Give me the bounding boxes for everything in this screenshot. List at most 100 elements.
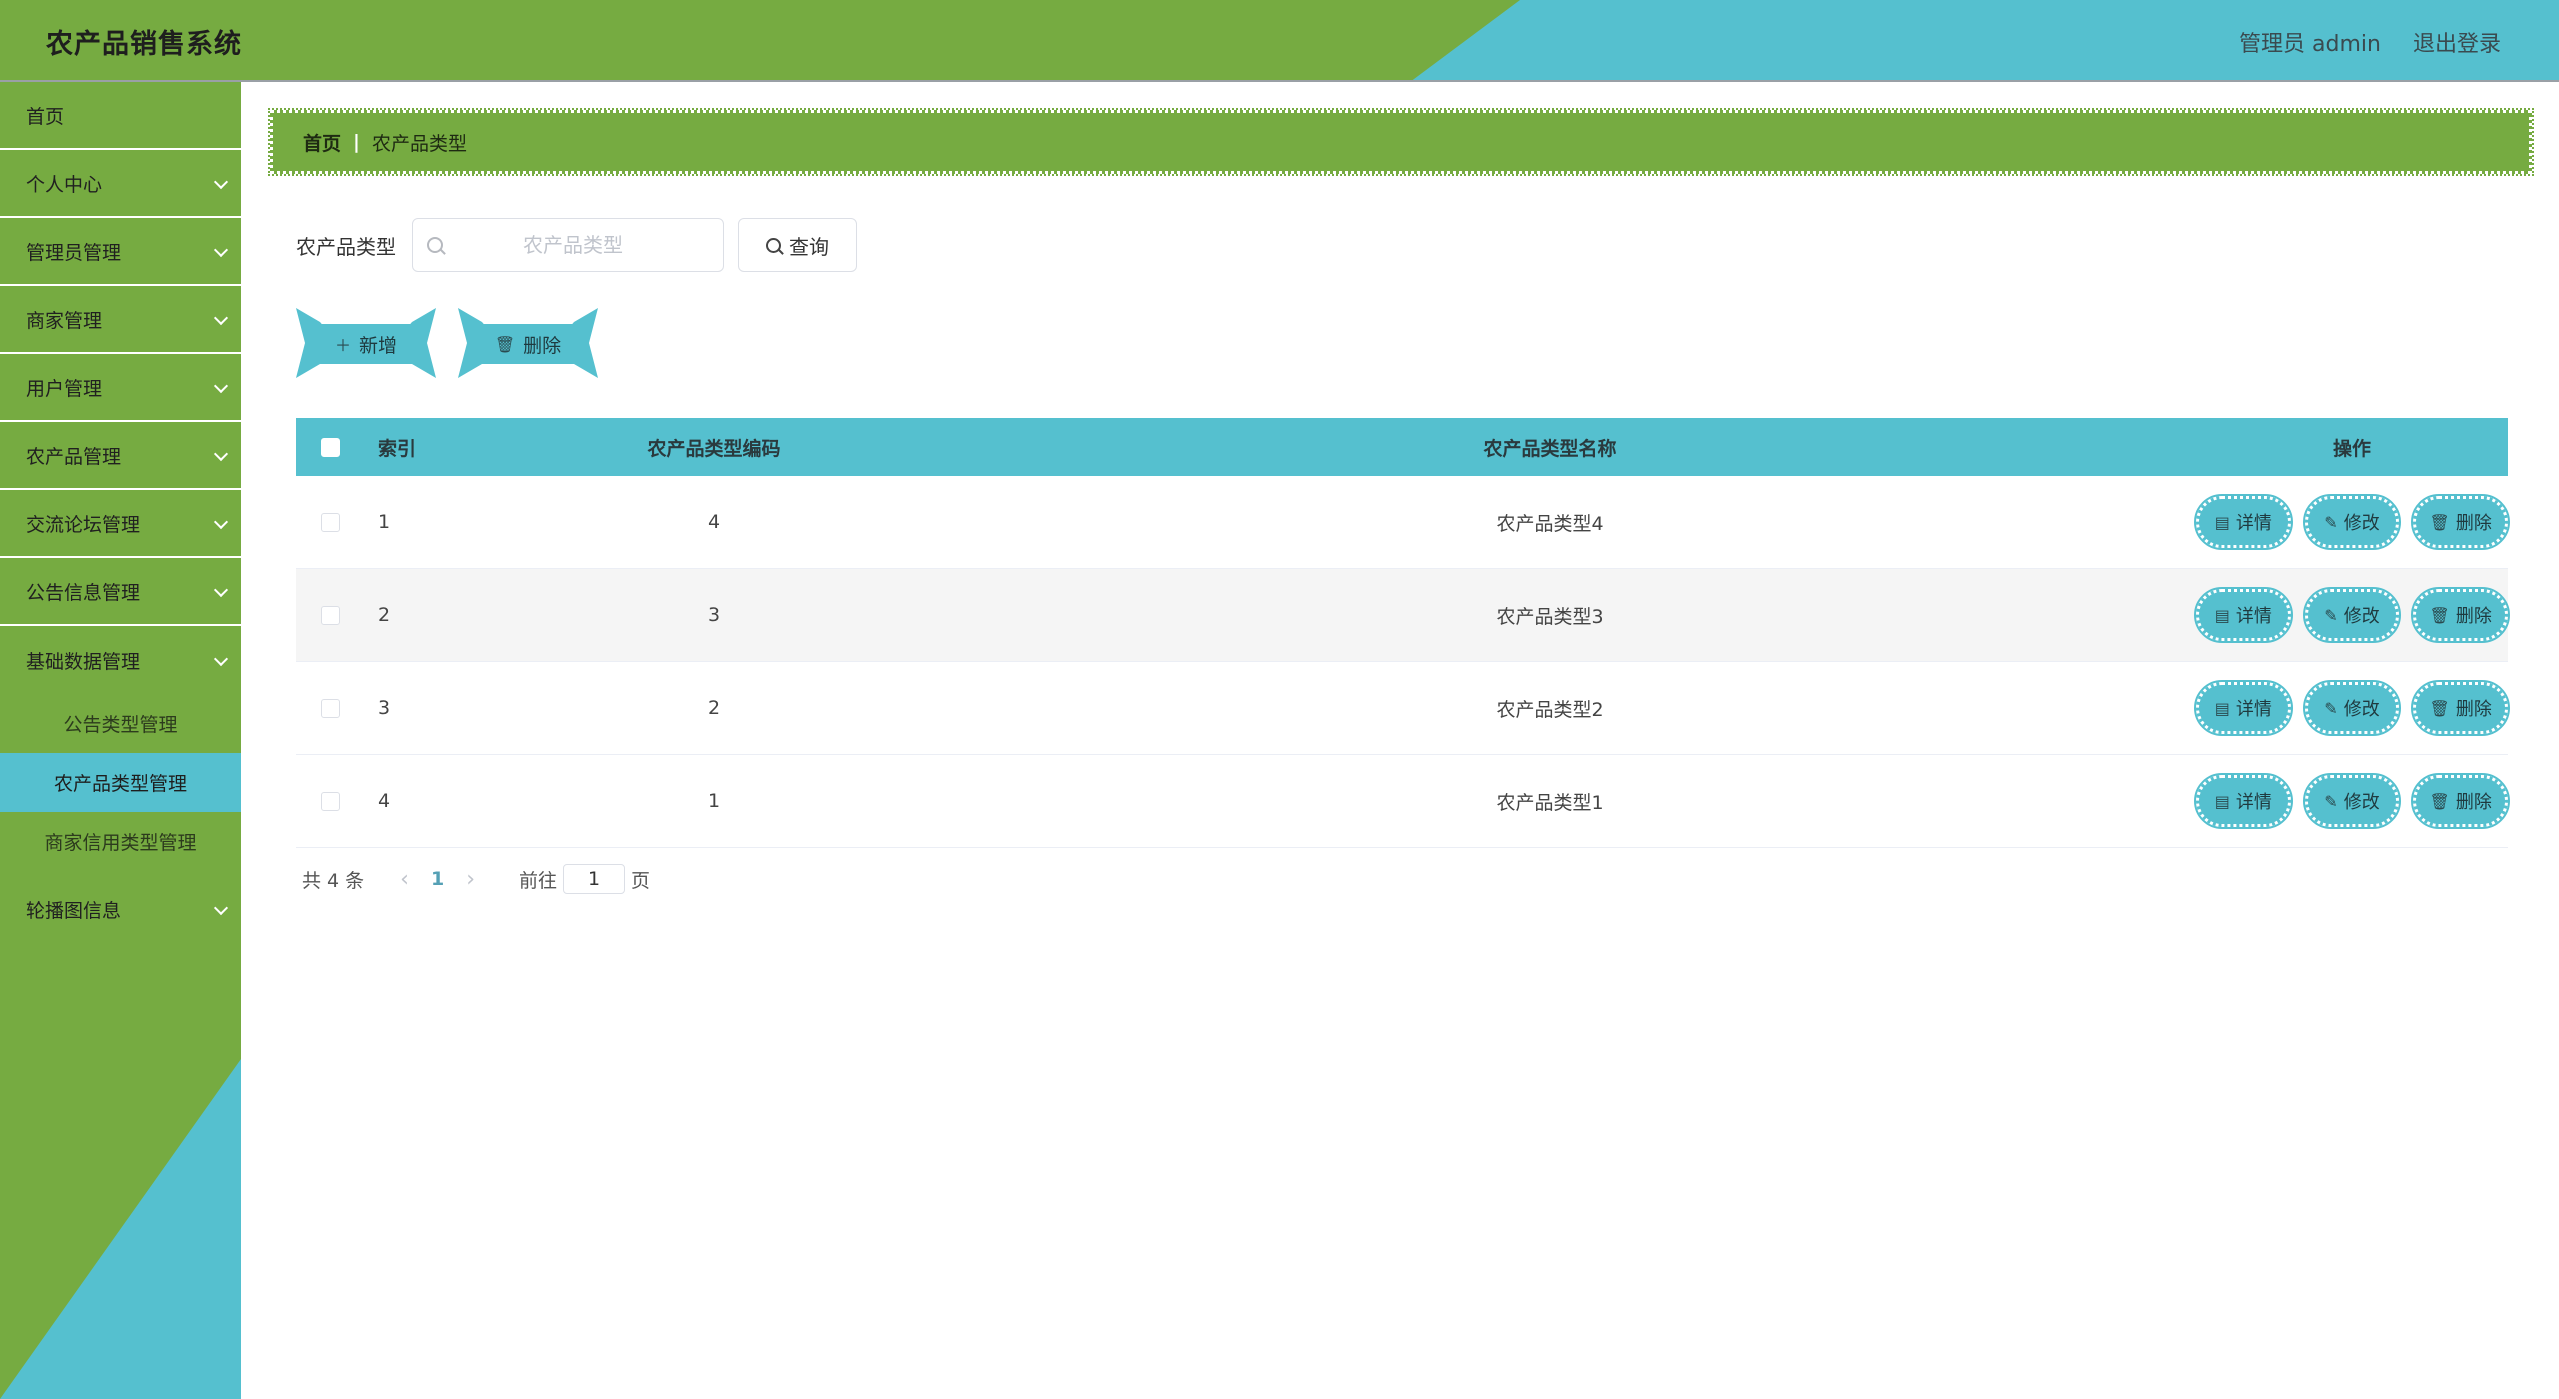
cell-code: 3 (707, 604, 721, 626)
document-icon: ▤ (2214, 791, 2230, 811)
search-label: 农产品类型 (296, 234, 396, 259)
plus-icon: ＋ (334, 336, 351, 355)
submenu-item-announcement-types[interactable]: 公告类型管理 (0, 694, 241, 753)
sidebar-item-products[interactable]: 农产品管理 (0, 422, 241, 490)
sidebar-item-label: 用户管理 (26, 377, 103, 400)
breadcrumb-current: 农产品类型 (371, 132, 467, 155)
detail-button-label: 详情 (2235, 792, 2272, 813)
column-header-actions: 操作 (2332, 437, 2371, 460)
chevron-down-icon (215, 449, 227, 461)
goto-page-input[interactable] (563, 864, 626, 894)
row-delete-button[interactable]: 🗑 删除 (2411, 494, 2511, 550)
row-checkbox-cell (296, 512, 364, 532)
edit-button-label: 修改 (2343, 792, 2380, 813)
detail-button[interactable]: ▤ 详情 (2194, 587, 2293, 643)
search-input[interactable] (443, 233, 703, 257)
chevron-down-icon (215, 517, 227, 529)
detail-button[interactable]: ▤ 详情 (2194, 773, 2293, 829)
submenu-item-credit-types[interactable]: 商家信用类型管理 (0, 812, 241, 871)
sidebar-item-announcements[interactable]: 公告信息管理 (0, 558, 241, 626)
sidebar-item-admins[interactable]: 管理员管理 (0, 218, 241, 286)
add-button-label: 新增 (359, 334, 398, 357)
breadcrumb: 首页 | 农产品类型 (268, 108, 2534, 176)
row-checkbox[interactable] (320, 791, 340, 811)
edit-button[interactable]: ✎ 修改 (2302, 494, 2402, 550)
delete-button-body: 🗑 删除 (478, 324, 578, 364)
detail-button[interactable]: ▤ 详情 (2194, 680, 2293, 736)
trash-icon: 🗑 (2429, 698, 2450, 718)
chevron-down-icon (215, 654, 227, 666)
user-label[interactable]: 管理员 admin (2239, 26, 2381, 58)
cell-index: 4 (378, 790, 391, 812)
search-box (412, 218, 724, 272)
row-checkbox-cell (296, 791, 364, 811)
table-header: 索引 农产品类型编码 农产品类型名称 操作 (296, 418, 2508, 476)
cell-index: 1 (378, 511, 391, 533)
column-header-index[interactable]: 索引 (364, 434, 524, 461)
row-delete-button[interactable]: 🗑 删除 (2411, 680, 2511, 736)
edit-button[interactable]: ✎ 修改 (2302, 773, 2402, 829)
detail-button[interactable]: ▤ 详情 (2194, 494, 2293, 550)
add-button[interactable]: ＋ 新增 (296, 308, 436, 378)
row-delete-button-label: 删除 (2455, 792, 2492, 813)
select-all-checkbox[interactable] (320, 437, 340, 457)
trash-icon: 🗑 (2429, 791, 2450, 811)
trash-icon: 🗑 (494, 334, 516, 354)
cell-name: 农产品类型4 (1496, 512, 1604, 535)
edit-button[interactable]: ✎ 修改 (2302, 587, 2402, 643)
row-checkbox[interactable] (320, 605, 340, 625)
sidebar-item-profile[interactable]: 个人中心 (0, 150, 241, 218)
detail-button-label: 详情 (2235, 699, 2272, 720)
cell-actions: ▤ 详情 ✎ 修改 🗑 删除 (2194, 773, 2511, 829)
sidebar-item-label: 基础数据管理 (26, 650, 141, 673)
column-header-code[interactable]: 农产品类型编码 (524, 434, 904, 461)
edit-button-label: 修改 (2343, 606, 2380, 627)
delete-button[interactable]: 🗑 删除 (458, 308, 598, 378)
chevron-down-icon (215, 903, 227, 915)
sidebar-item-label: 轮播图信息 (26, 899, 122, 922)
sidebar-item-carousel[interactable]: 轮播图信息 (0, 875, 241, 943)
document-icon: ▤ (2214, 605, 2230, 625)
sidebar-teal-corner (0, 1059, 241, 1399)
pencil-icon: ✎ (2324, 698, 2338, 718)
delete-button-label: 删除 (523, 334, 562, 357)
edit-button-label: 修改 (2343, 699, 2380, 720)
row-delete-button-label: 删除 (2455, 513, 2492, 534)
header-user-area: 管理员 admin 退出登录 (2239, 26, 2501, 58)
sidebar-item-home[interactable]: 首页 (0, 82, 241, 150)
logout-button[interactable]: 退出登录 (2413, 26, 2501, 58)
row-checkbox[interactable] (320, 698, 340, 718)
sidebar-item-base-data[interactable]: 基础数据管理 (0, 626, 241, 694)
sidebar-item-label: 管理员管理 (26, 241, 122, 264)
action-toolbar: ＋ 新增 🗑 删除 (296, 308, 598, 378)
sidebar-item-users[interactable]: 用户管理 (0, 354, 241, 422)
cell-name: 农产品类型1 (1496, 791, 1604, 814)
query-button[interactable]: 查询 (738, 218, 857, 272)
chevron-right-icon[interactable]: › (466, 867, 475, 892)
sidebar-item-forum[interactable]: 交流论坛管理 (0, 490, 241, 558)
sidebar-item-label: 交流论坛管理 (26, 513, 141, 536)
cell-name: 农产品类型3 (1496, 605, 1604, 628)
cell-code: 4 (707, 511, 721, 533)
row-delete-button[interactable]: 🗑 删除 (2411, 773, 2511, 829)
breadcrumb-separator: | (353, 131, 360, 153)
search-bar: 农产品类型 查询 (296, 218, 857, 272)
detail-button-label: 详情 (2235, 606, 2272, 627)
data-table: 索引 农产品类型编码 农产品类型名称 操作 1 4 农产品类型4 ▤ 详情 ✎ 修改… (296, 418, 2511, 848)
chevron-left-icon[interactable]: ‹ (400, 867, 409, 892)
sidebar-item-merchants[interactable]: 商家管理 (0, 286, 241, 354)
row-delete-button[interactable]: 🗑 删除 (2411, 587, 2511, 643)
breadcrumb-home[interactable]: 首页 (303, 129, 341, 156)
table-row: 3 2 农产品类型2 ▤ 详情 ✎ 修改 🗑 删除 (296, 662, 2511, 755)
detail-button-label: 详情 (2235, 513, 2272, 534)
column-header-name[interactable]: 农产品类型名称 (904, 434, 2196, 461)
edit-button[interactable]: ✎ 修改 (2302, 680, 2402, 736)
cell-actions: ▤ 详情 ✎ 修改 🗑 删除 (2194, 494, 2511, 550)
page-number[interactable]: 1 (431, 868, 444, 890)
cell-actions: ▤ 详情 ✎ 修改 🗑 删除 (2194, 587, 2511, 643)
row-checkbox[interactable] (320, 512, 340, 532)
document-icon: ▤ (2214, 512, 2230, 532)
trash-icon: 🗑 (2429, 512, 2450, 532)
query-button-label: 查询 (789, 234, 829, 259)
submenu-item-product-types[interactable]: 农产品类型管理 (0, 753, 241, 812)
